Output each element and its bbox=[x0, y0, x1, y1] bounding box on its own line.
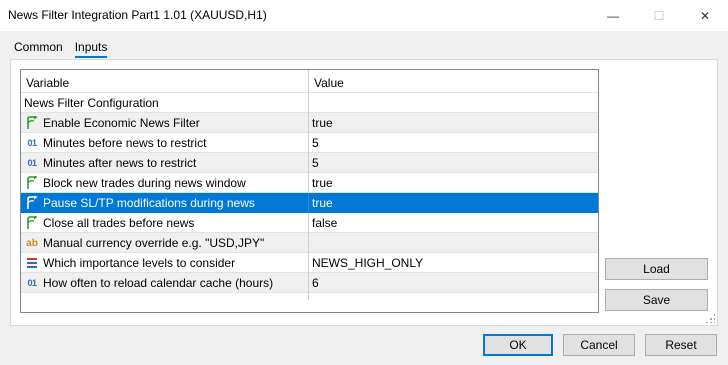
close-button[interactable]: ✕ bbox=[682, 0, 728, 31]
cell-separator bbox=[308, 93, 309, 113]
cell-separator bbox=[308, 273, 309, 293]
variable-label: Pause SL/TP modifications during news bbox=[43, 196, 255, 210]
maximize-button: ☐ bbox=[653, 8, 665, 23]
variable-cell: Block new trades during news window bbox=[25, 173, 305, 193]
value-cell[interactable]: NEWS_HIGH_ONLY bbox=[312, 253, 423, 273]
bool-arrow-icon bbox=[25, 176, 39, 190]
string-icon: ab bbox=[26, 237, 38, 249]
parameter-row[interactable]: 01 Minutes before news to restrict 5 bbox=[21, 133, 598, 153]
parameter-row[interactable]: Enable Economic News Filter true bbox=[21, 113, 598, 133]
cell-separator bbox=[308, 253, 309, 273]
variable-cell: News Filter Configuration bbox=[24, 93, 304, 113]
integer-icon: 01 bbox=[27, 158, 37, 168]
variable-label: Minutes before news to restrict bbox=[43, 136, 207, 150]
tab-common[interactable]: Common bbox=[8, 37, 69, 59]
cancel-button[interactable]: Cancel bbox=[563, 334, 635, 356]
cell-separator bbox=[308, 113, 309, 133]
value-cell[interactable]: 6 bbox=[312, 273, 319, 293]
integer-icon: 01 bbox=[27, 278, 37, 288]
column-header-value[interactable]: Value bbox=[314, 76, 344, 90]
variable-cell: 01 How often to reload calendar cache (ho… bbox=[25, 273, 305, 293]
value-cell[interactable]: 5 bbox=[312, 153, 319, 173]
tab-inputs-label: Inputs bbox=[74, 40, 108, 58]
variable-cell: Enable Economic News Filter bbox=[25, 113, 305, 133]
variable-label: Enable Economic News Filter bbox=[43, 116, 200, 130]
inputs-panel: Variable Value News Filter Configuration… bbox=[10, 59, 718, 326]
value-cell[interactable]: false bbox=[312, 213, 337, 233]
cell-separator bbox=[308, 173, 309, 193]
parameter-row[interactable]: ab Manual currency override e.g. "USD,JPY… bbox=[21, 233, 598, 253]
parameter-row[interactable]: Pause SL/TP modifications during news tru… bbox=[21, 193, 598, 213]
ok-button[interactable]: OK bbox=[483, 334, 553, 356]
variable-cell: Pause SL/TP modifications during news bbox=[25, 193, 305, 213]
parameter-row[interactable]: Block new trades during news window true bbox=[21, 173, 598, 193]
variable-cell: Close all trades before news bbox=[25, 213, 305, 233]
column-header-variable[interactable]: Variable bbox=[26, 76, 69, 90]
variable-label: Block new trades during news window bbox=[43, 176, 246, 190]
load-button[interactable]: Load bbox=[605, 258, 708, 280]
variable-cell: ab Manual currency override e.g. "USD,JPY… bbox=[25, 233, 305, 253]
integer-icon: 01 bbox=[27, 138, 37, 148]
enum-list-icon bbox=[25, 256, 39, 270]
parameter-row[interactable]: 01 Minutes after news to restrict 5 bbox=[21, 153, 598, 173]
variable-cell: 01 Minutes after news to restrict bbox=[25, 153, 305, 173]
value-cell[interactable]: true bbox=[312, 113, 333, 133]
window-title: News Filter Integration Part1 1.01 (XAUU… bbox=[8, 8, 267, 22]
cell-separator bbox=[308, 233, 309, 253]
group-header-row[interactable]: News Filter Configuration bbox=[21, 93, 598, 113]
variable-label: Close all trades before news bbox=[43, 216, 195, 230]
bool-arrow-icon bbox=[25, 116, 39, 130]
value-cell[interactable]: true bbox=[312, 173, 333, 193]
reset-button[interactable]: Reset bbox=[645, 334, 717, 356]
grid-header: Variable Value bbox=[21, 70, 598, 93]
cell-separator bbox=[308, 153, 309, 173]
value-cell[interactable]: 5 bbox=[312, 133, 319, 153]
parameter-row[interactable]: 01 How often to reload calendar cache (ho… bbox=[21, 273, 598, 293]
variable-label: Manual currency override e.g. "USD,JPY" bbox=[43, 236, 265, 250]
resize-grip[interactable] bbox=[705, 313, 715, 323]
variable-label: How often to reload calendar cache (hour… bbox=[43, 276, 274, 290]
variable-label: Minutes after news to restrict bbox=[43, 156, 197, 170]
tab-inputs[interactable]: Inputs bbox=[69, 37, 114, 59]
cell-separator bbox=[308, 133, 309, 153]
tab-bar: Common Inputs bbox=[8, 37, 113, 59]
cell-separator bbox=[308, 213, 309, 233]
save-button[interactable]: Save bbox=[605, 289, 708, 311]
variable-label: Which importance levels to consider bbox=[43, 256, 236, 270]
tab-common-label: Common bbox=[14, 40, 63, 54]
bool-arrow-icon bbox=[25, 216, 39, 230]
value-cell[interactable]: true bbox=[312, 193, 333, 213]
grid-rows: News Filter Configuration Enable Economic… bbox=[21, 93, 598, 293]
cell-separator bbox=[308, 193, 309, 213]
variable-cell: 01 Minutes before news to restrict bbox=[25, 133, 305, 153]
variable-label: News Filter Configuration bbox=[24, 96, 159, 110]
title-bar: News Filter Integration Part1 1.01 (XAUU… bbox=[0, 0, 728, 31]
minimize-button[interactable]: — bbox=[590, 0, 636, 31]
variable-cell: Which importance levels to consider bbox=[25, 253, 305, 273]
inputs-grid: Variable Value News Filter Configuration… bbox=[20, 69, 599, 313]
parameter-row[interactable]: Close all trades before news false bbox=[21, 213, 598, 233]
bool-arrow-icon bbox=[25, 196, 39, 210]
parameter-row[interactable]: Which importance levels to consider NEWS_… bbox=[21, 253, 598, 273]
